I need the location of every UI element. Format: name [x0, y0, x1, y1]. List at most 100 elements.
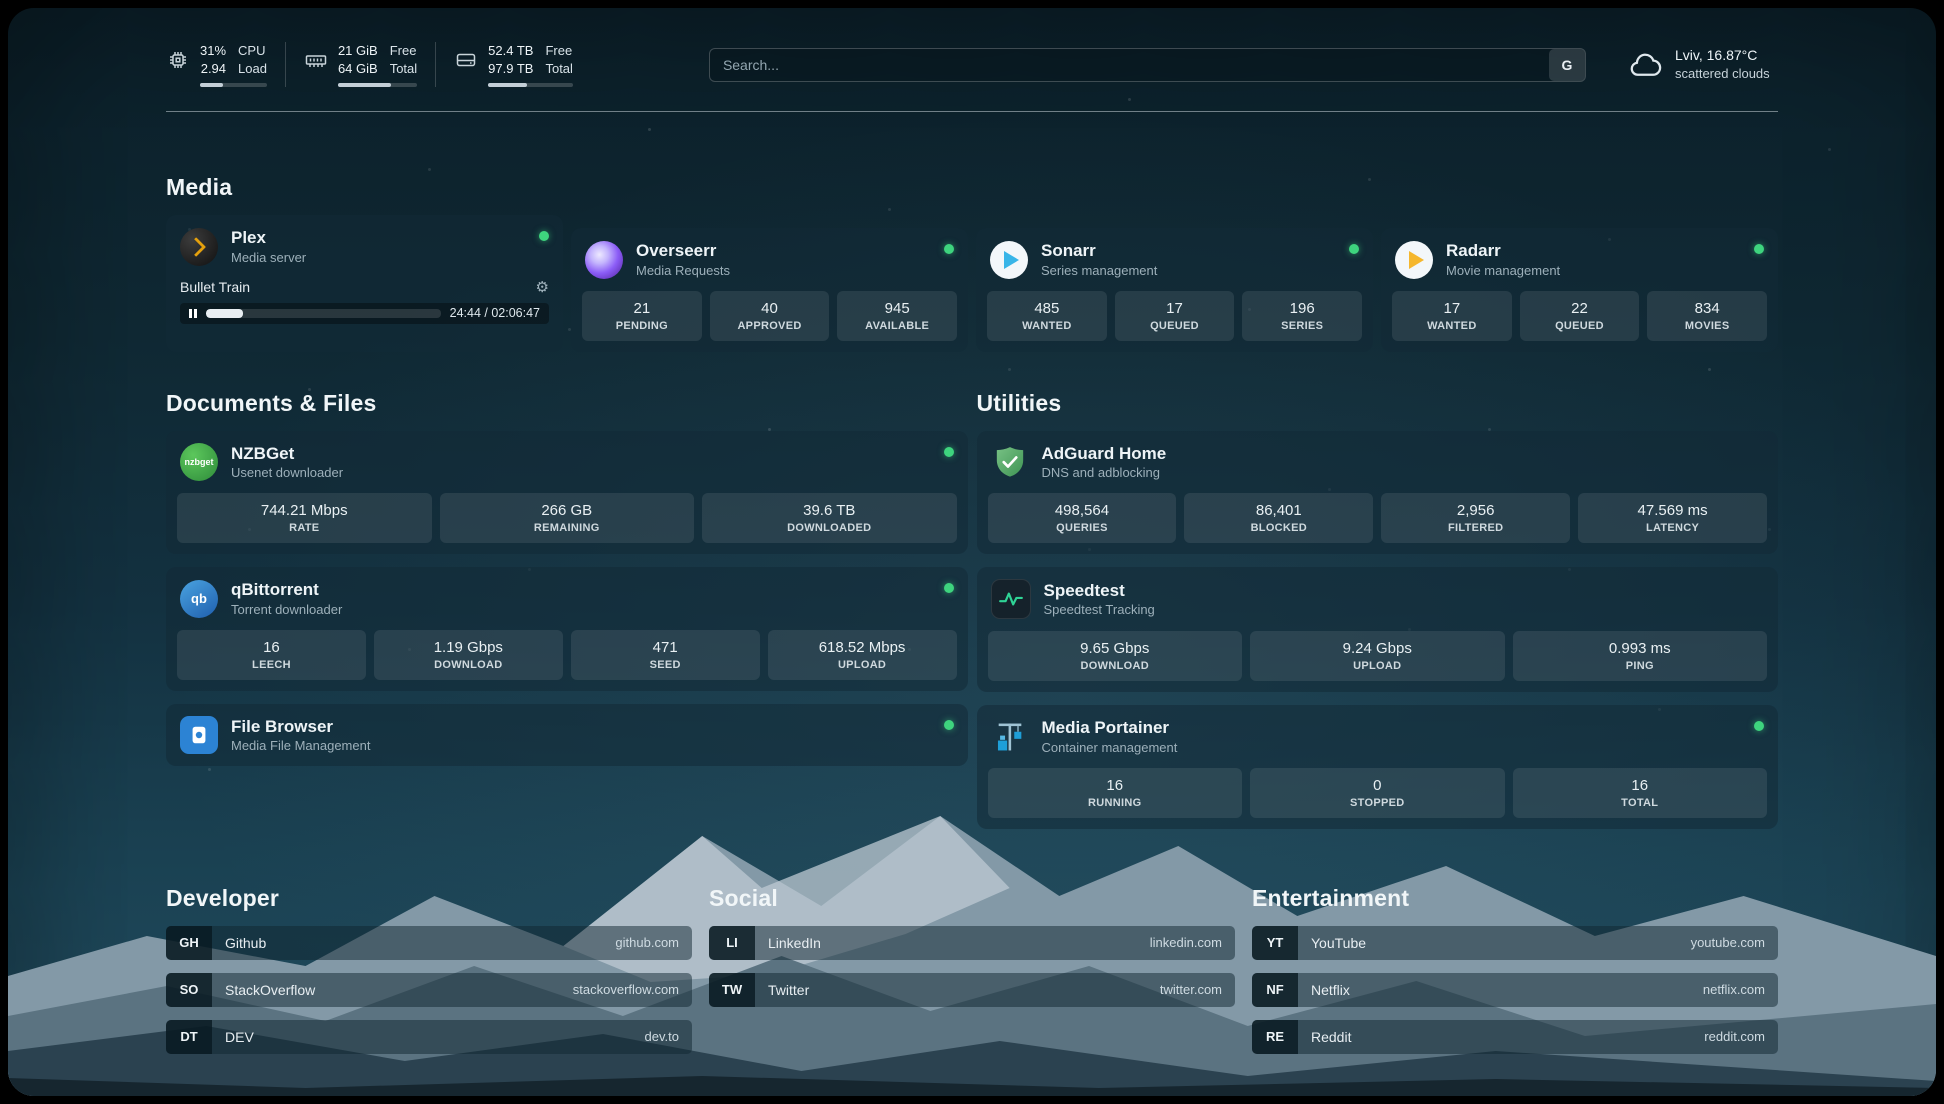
section-utilities: Utilities — [977, 390, 1779, 829]
section-media: Media Plex Media server Bullet Train — [166, 174, 1778, 352]
filebrowser-icon — [180, 716, 218, 754]
status-dot — [1754, 721, 1764, 731]
bookmark-youtube[interactable]: YT YouTube youtube.com — [1252, 926, 1778, 960]
stat-queries: 498,564 QUERIES — [988, 493, 1177, 543]
bookmark-abbr: TW — [709, 973, 755, 1007]
service-name: AdGuard Home — [1042, 443, 1167, 464]
bookmark-abbr: DT — [166, 1020, 212, 1054]
status-dot — [1754, 244, 1764, 254]
gear-icon[interactable]: ⚙ — [536, 278, 549, 296]
bookmark-abbr: YT — [1252, 926, 1298, 960]
service-card-nzbget[interactable]: nzbget NZBGet Usenet downloader 744.21 M… — [166, 431, 968, 555]
bookmark-github[interactable]: GH Github github.com — [166, 926, 692, 960]
memory-progress-fill — [338, 83, 391, 87]
service-card-qbittorrent[interactable]: qb qBittorrent Torrent downloader 16 — [166, 567, 968, 691]
service-desc: DNS and adblocking — [1042, 465, 1167, 481]
bookmark-abbr: RE — [1252, 1020, 1298, 1054]
stat-stopped: 0 STOPPED — [1250, 768, 1505, 818]
cloud-icon — [1628, 50, 1664, 80]
weather-widget: Lviv, 16.87°C scattered clouds — [1628, 46, 1778, 82]
bookmark-name: LinkedIn — [755, 935, 834, 951]
bookmark-linkedin[interactable]: LI LinkedIn linkedin.com — [709, 926, 1235, 960]
stat-download: 1.19 Gbps DOWNLOAD — [374, 630, 563, 680]
memory-total-value: 64 GiB — [338, 60, 378, 78]
bookmark-name: Github — [212, 935, 279, 951]
service-name: Speedtest — [1044, 580, 1155, 601]
media-section-title: Media — [166, 174, 1778, 201]
service-card-sonarr[interactable]: Sonarr Series management 485 WANTED 17 Q… — [976, 228, 1373, 352]
service-name: Overseerr — [636, 240, 730, 261]
bookmark-name: Reddit — [1298, 1029, 1364, 1045]
bookmark-abbr: GH — [166, 926, 212, 960]
memory-total-label: Total — [390, 60, 417, 78]
bookmarks-developer: Developer GH Github github.com SO StackO… — [166, 885, 692, 1054]
stat-movies: 834 MOVIES — [1647, 291, 1767, 341]
playback-progress-track — [206, 309, 441, 318]
dashboard-screen: 31% 2.94 CPU Load — [8, 8, 1936, 1096]
service-desc: Media server — [231, 250, 306, 266]
bookmark-name: DEV — [212, 1029, 267, 1045]
service-name: qBittorrent — [231, 579, 342, 600]
stat-queued: 22 QUEUED — [1520, 291, 1640, 341]
service-desc: Movie management — [1446, 263, 1560, 279]
stat-series: 196 SERIES — [1242, 291, 1362, 341]
memory-free-label: Free — [390, 42, 417, 60]
bookmark-url: youtube.com — [1678, 935, 1778, 950]
status-dot — [944, 720, 954, 730]
service-card-adguard[interactable]: AdGuard Home DNS and adblocking 498,564 … — [977, 431, 1779, 555]
stat-pending: 21 PENDING — [582, 291, 702, 341]
resource-widgets: 31% 2.94 CPU Load — [166, 42, 591, 87]
status-dot — [539, 231, 549, 241]
service-card-portainer[interactable]: Media Portainer Container management 16 … — [977, 705, 1779, 829]
service-desc: Usenet downloader — [231, 465, 343, 481]
service-desc: Speedtest Tracking — [1044, 602, 1155, 618]
bookmark-reddit[interactable]: RE Reddit reddit.com — [1252, 1020, 1778, 1054]
qbittorrent-icon: qb — [180, 580, 218, 618]
stat-total: 16 TOTAL — [1513, 768, 1768, 818]
weather-location: Lviv, 16.87°C — [1675, 46, 1770, 65]
now-playing-title: Bullet Train — [180, 279, 250, 295]
cpu-load-value: 2.94 — [201, 60, 226, 78]
stat-filtered: 2,956 FILTERED — [1381, 493, 1570, 543]
search-input[interactable] — [709, 48, 1586, 82]
pause-icon — [189, 309, 197, 318]
bookmark-url: dev.to — [632, 1029, 692, 1044]
bookmark-stackoverflow[interactable]: SO StackOverflow stackoverflow.com — [166, 973, 692, 1007]
header-divider — [166, 111, 1778, 112]
stat-seed: 471 SEED — [571, 630, 760, 680]
service-card-speedtest[interactable]: Speedtest Speedtest Tracking 9.65 Gbps D… — [977, 567, 1779, 692]
bookmark-twitter[interactable]: TW Twitter twitter.com — [709, 973, 1235, 1007]
bookmark-name: YouTube — [1298, 935, 1379, 951]
stat-downloaded: 39.6 TB DOWNLOADED — [702, 493, 957, 543]
service-card-radarr[interactable]: Radarr Movie management 17 WANTED 22 QUE… — [1381, 228, 1778, 352]
disk-total-label: Total — [545, 60, 572, 78]
search-provider-button[interactable]: G — [1549, 49, 1585, 81]
bookmark-abbr: LI — [709, 926, 755, 960]
stat-upload: 618.52 Mbps UPLOAD — [768, 630, 957, 680]
service-desc: Container management — [1042, 740, 1178, 756]
service-name: Radarr — [1446, 240, 1560, 261]
plex-icon — [180, 228, 218, 266]
cpu-widget: 31% 2.94 CPU Load — [166, 42, 286, 87]
cpu-icon — [166, 48, 190, 72]
service-card-filebrowser[interactable]: File Browser Media File Management — [166, 704, 968, 767]
bookmark-netflix[interactable]: NF Netflix netflix.com — [1252, 973, 1778, 1007]
stat-leech: 16 LEECH — [177, 630, 366, 680]
stat-rate: 744.21 Mbps RATE — [177, 493, 432, 543]
playback-time: 24:44 / 02:06:47 — [450, 306, 540, 320]
adguard-shield-icon — [991, 443, 1029, 481]
bookmarks-entertainment: Entertainment YT YouTube youtube.com NF … — [1252, 885, 1778, 1054]
bookmark-dev[interactable]: DT DEV dev.to — [166, 1020, 692, 1054]
memory-icon — [304, 48, 328, 72]
service-name: File Browser — [231, 716, 370, 737]
status-dot — [1349, 244, 1359, 254]
service-card-overseerr[interactable]: Overseerr Media Requests 21 PENDING 40 A… — [571, 228, 968, 352]
disk-progress-fill — [488, 83, 527, 87]
service-card-plex[interactable]: Plex Media server Bullet Train ⚙ — [166, 215, 563, 352]
playback-progress-fill — [206, 309, 244, 318]
stat-blocked: 86,401 BLOCKED — [1184, 493, 1373, 543]
cpu-load-label: Load — [238, 60, 267, 78]
bookmark-url: netflix.com — [1690, 982, 1778, 997]
weather-condition: scattered clouds — [1675, 65, 1770, 83]
service-name: Sonarr — [1041, 240, 1157, 261]
